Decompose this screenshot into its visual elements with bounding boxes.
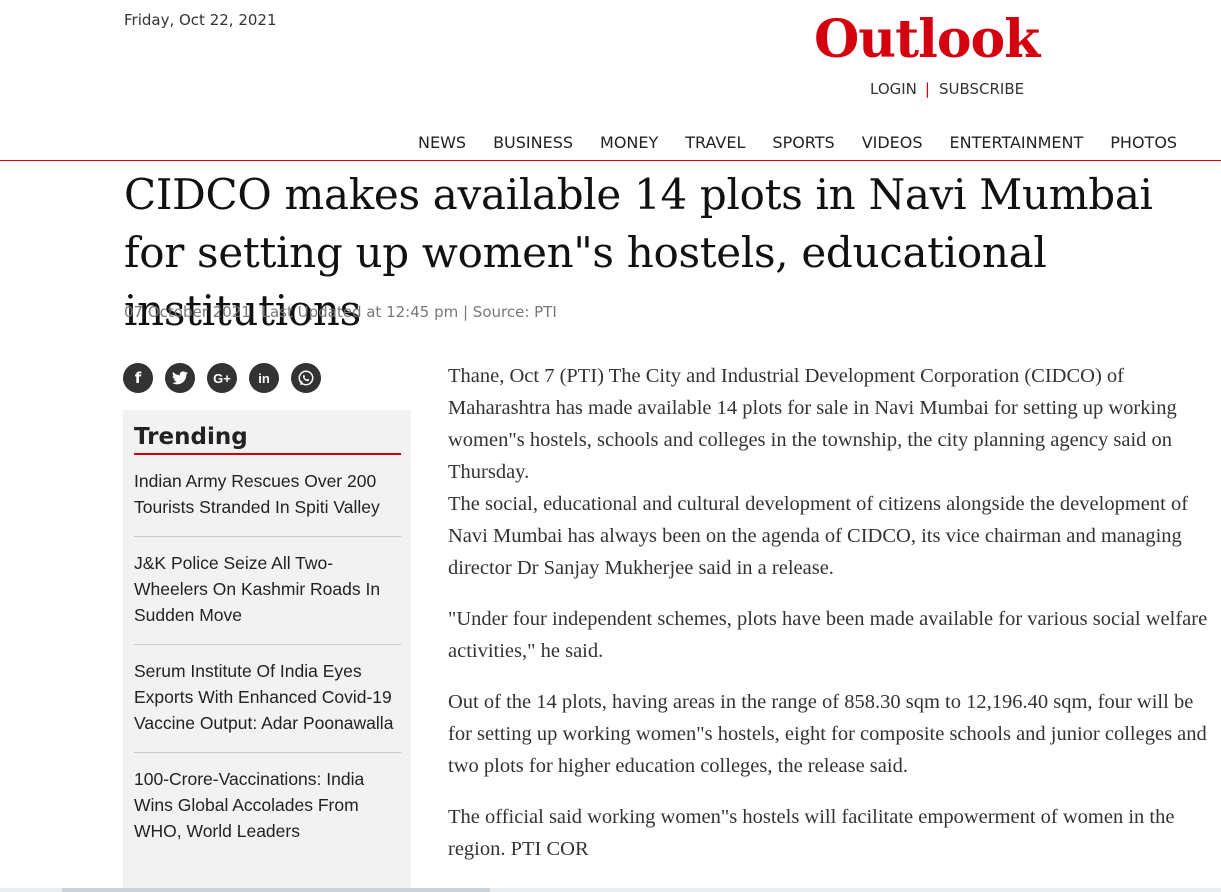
linkedin-glyph: in [258, 370, 270, 386]
trending-item[interactable]: Serum Institute Of India Eyes Exports Wi… [134, 645, 401, 753]
share-bar: f G+ in [123, 363, 333, 393]
nav-divider [0, 160, 1221, 161]
google-plus-icon[interactable]: G+ [207, 363, 237, 393]
article-paragraph: Out of the 14 plots, having areas in the… [448, 691, 1207, 777]
header-date: Friday, Oct 22, 2021 [124, 11, 277, 29]
whatsapp-svg [298, 370, 314, 386]
whatsapp-icon[interactable] [291, 363, 321, 393]
article-paragraph: The official said working women"s hostel… [448, 806, 1175, 860]
publish-date: 07 October 2021 [124, 303, 251, 321]
nav-business[interactable]: BUSINESS [493, 133, 573, 152]
article-paragraph: "Under four independent schemes, plots h… [448, 608, 1208, 662]
account-separator: | [924, 80, 930, 98]
nav-news[interactable]: NEWS [418, 133, 466, 152]
login-link[interactable]: LOGIN [870, 80, 917, 98]
article-paragraph: Thane, Oct 7 (PTI) The City and Industri… [448, 360, 1208, 584]
trending-item[interactable]: 100-Crore-Vaccinations: India Wins Globa… [134, 753, 401, 860]
horizontal-scrollbar[interactable] [0, 888, 1221, 892]
account-links: LOGIN | SUBSCRIBE [870, 80, 1024, 98]
google-plus-glyph: G+ [213, 370, 231, 386]
nav-photos[interactable]: PHOTOS [1110, 133, 1177, 152]
trending-panel: Trending Indian Army Rescues Over 200 To… [123, 410, 411, 892]
nav-sports[interactable]: SPORTS [772, 133, 834, 152]
paragraph-2: The social, educational and cultural dev… [448, 493, 1189, 579]
subscribe-link[interactable]: SUBSCRIBE [939, 80, 1024, 98]
trending-heading: Trending [134, 422, 401, 455]
twitter-icon[interactable] [165, 363, 195, 393]
article-body: Thane, Oct 7 (PTI) The City and Industri… [448, 360, 1208, 884]
nav-money[interactable]: MONEY [600, 133, 658, 152]
trending-item[interactable]: Indian Army Rescues Over 200 Tourists St… [134, 455, 401, 537]
article-meta: 07 October 2021 Last Updated at 12:45 pm… [124, 303, 563, 321]
facebook-icon[interactable]: f [123, 363, 153, 393]
linkedin-icon[interactable]: in [249, 363, 279, 393]
nav-videos[interactable]: VIDEOS [862, 133, 923, 152]
twitter-bird-svg [172, 371, 188, 385]
update-source: Last Updated at 12:45 pm | Source: PTI [261, 303, 557, 321]
nav-travel[interactable]: TRAVEL [685, 133, 745, 152]
nav-entertainment[interactable]: ENTERTAINMENT [950, 133, 1084, 152]
scrollbar-thumb[interactable] [62, 888, 490, 892]
main-nav: NEWS BUSINESS MONEY TRAVEL SPORTS VIDEOS… [418, 133, 1177, 152]
facebook-glyph: f [134, 369, 142, 387]
trending-item[interactable]: J&K Police Seize All Two-Wheelers On Kas… [134, 537, 401, 645]
outlook-logo[interactable]: Outlook [814, 8, 1040, 72]
paragraph-1: Thane, Oct 7 (PTI) The City and Industri… [448, 365, 1177, 483]
